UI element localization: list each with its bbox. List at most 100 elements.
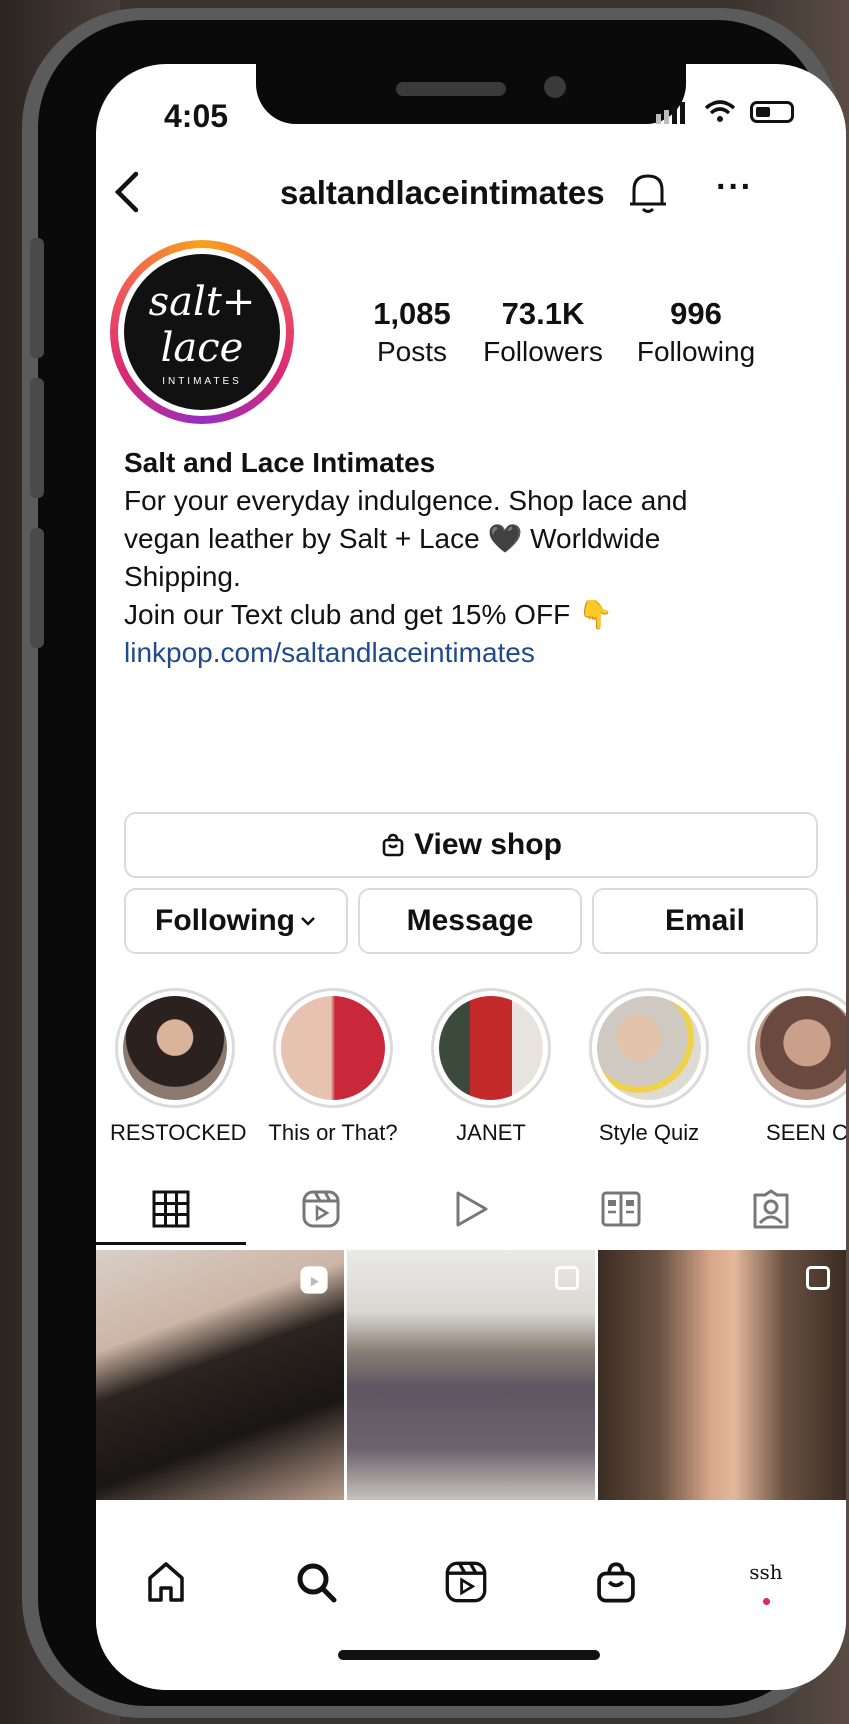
- tagged-person-icon: [753, 1189, 789, 1229]
- home-indicator: [338, 1650, 600, 1660]
- shopping-bag-icon: [597, 1562, 635, 1603]
- post-grid: [96, 1250, 846, 1510]
- view-shop-button[interactable]: View shop: [124, 812, 818, 878]
- status-time: 4:05: [164, 98, 229, 134]
- highlight-ring: [431, 988, 551, 1108]
- tab-guides[interactable]: [546, 1176, 696, 1242]
- side-button: [30, 528, 44, 648]
- notch: [256, 64, 686, 124]
- battery-icon: [750, 101, 794, 123]
- multi-post-badge-icon: [806, 1266, 830, 1290]
- side-button: [30, 378, 44, 498]
- highlight-image: [123, 996, 227, 1100]
- stat-label: Following: [636, 336, 756, 367]
- front-camera: [544, 76, 566, 98]
- reels-icon: [302, 1190, 340, 1228]
- profile-handle: saltandlaceintimates: [280, 174, 605, 211]
- signal-icon: [656, 102, 685, 124]
- highlight-item[interactable]: This or That?: [268, 988, 398, 1146]
- status-icons: [656, 100, 794, 124]
- speaker: [396, 82, 506, 96]
- guide-book-icon: [601, 1191, 641, 1227]
- stat-label: Posts: [376, 336, 448, 367]
- logo-line: salt+: [148, 279, 256, 325]
- bio-line: For your everyday indulgence. Shop lace …: [124, 485, 688, 516]
- stat-value: 996: [670, 296, 722, 331]
- nav-shop[interactable]: [586, 1552, 646, 1612]
- following-button[interactable]: Following: [124, 888, 348, 954]
- highlight-ring: [589, 988, 709, 1108]
- highlight-ring: [747, 988, 846, 1108]
- highlight-item[interactable]: JANET: [426, 988, 556, 1146]
- stat-label: Followers: [483, 336, 603, 367]
- highlight-image: [439, 996, 543, 1100]
- stat-followers[interactable]: 73.1K Followers: [478, 296, 608, 368]
- notification-dot: [762, 1597, 770, 1605]
- brand-logo: salt+ lace INTIMATES: [124, 254, 280, 410]
- highlight-label: JANET: [456, 1120, 526, 1145]
- email-button[interactable]: Email: [592, 888, 818, 954]
- bio-link[interactable]: linkpop.com/saltandlaceintimates: [124, 634, 804, 672]
- email-label: Email: [664, 904, 746, 937]
- post-thumbnail[interactable]: [598, 1250, 846, 1500]
- bio-line: Join our Text club and get 15% OFF 👇: [124, 599, 613, 630]
- message-button[interactable]: Message: [358, 888, 582, 954]
- bottom-nav: ssh: [96, 1512, 846, 1690]
- shopping-bag-icon: [382, 833, 404, 857]
- back-arrow-icon[interactable]: [112, 170, 142, 214]
- search-icon: [297, 1563, 337, 1603]
- highlight-ring: [115, 988, 235, 1108]
- play-icon: [456, 1191, 488, 1227]
- post-thumbnail[interactable]: [96, 1250, 344, 1500]
- logo-line: INTIMATES: [162, 376, 242, 387]
- message-label: Message: [406, 904, 534, 937]
- profile-bio: Salt and Lace Intimates For your everyda…: [124, 444, 804, 672]
- profile-label: ssh: [749, 1559, 783, 1584]
- nav-search[interactable]: [286, 1552, 346, 1612]
- home-icon: [148, 1562, 184, 1602]
- multi-post-badge-icon: [555, 1266, 579, 1290]
- profile-header: saltandlaceintimates ···: [96, 164, 846, 224]
- profile-tabs: [96, 1176, 846, 1245]
- highlight-label: RESTOCKED: [110, 1120, 247, 1145]
- bio-line: vegan leather by Salt + Lace 🖤 Worldwide: [124, 523, 661, 554]
- more-options-icon[interactable]: ···: [716, 168, 753, 207]
- highlight-image: [755, 996, 846, 1100]
- tab-reels[interactable]: [246, 1176, 396, 1242]
- view-shop-label: View shop: [414, 828, 562, 861]
- avatar[interactable]: salt+ lace INTIMATES: [110, 240, 294, 424]
- tab-videos[interactable]: [396, 1176, 546, 1242]
- stat-value: 73.1K: [501, 296, 585, 331]
- highlight-ring: [273, 988, 393, 1108]
- highlight-item[interactable]: Style Quiz: [584, 988, 714, 1146]
- logo-line: lace: [160, 325, 244, 371]
- active-tab-indicator: [96, 1242, 246, 1245]
- highlight-label: SEEN C: [766, 1120, 846, 1145]
- bell-icon[interactable]: [626, 168, 670, 216]
- stat-following[interactable]: 996 Following: [626, 296, 766, 368]
- stat-posts[interactable]: 1,085 Posts: [352, 296, 472, 368]
- highlight-image: [597, 996, 701, 1100]
- tab-tagged[interactable]: [696, 1176, 846, 1242]
- reels-icon: [445, 1561, 487, 1603]
- highlight-item[interactable]: SEEN C: [742, 988, 846, 1146]
- screen: 4:05 saltandlaceintimates ··· salt+ lace…: [96, 64, 846, 1690]
- nav-reels[interactable]: [436, 1552, 496, 1612]
- reel-badge-icon: [300, 1266, 328, 1294]
- highlight-item[interactable]: RESTOCKED: [110, 988, 247, 1146]
- highlight-image: [281, 996, 385, 1100]
- chevron-down-icon: [301, 917, 315, 926]
- stat-value: 1,085: [373, 296, 451, 331]
- wifi-icon: [704, 100, 736, 122]
- highlight-label: Style Quiz: [598, 1120, 700, 1145]
- side-button: [30, 238, 44, 358]
- highlight-label: This or That?: [268, 1120, 398, 1145]
- nav-home[interactable]: [136, 1552, 196, 1612]
- tab-posts-grid[interactable]: [96, 1176, 246, 1242]
- profile-name: Salt and Lace Intimates: [124, 447, 436, 478]
- post-thumbnail[interactable]: [347, 1250, 595, 1500]
- grid-icon: [152, 1190, 190, 1228]
- bio-line: Shipping.: [124, 561, 241, 592]
- nav-profile[interactable]: ssh: [736, 1552, 796, 1612]
- following-label: Following: [155, 904, 295, 937]
